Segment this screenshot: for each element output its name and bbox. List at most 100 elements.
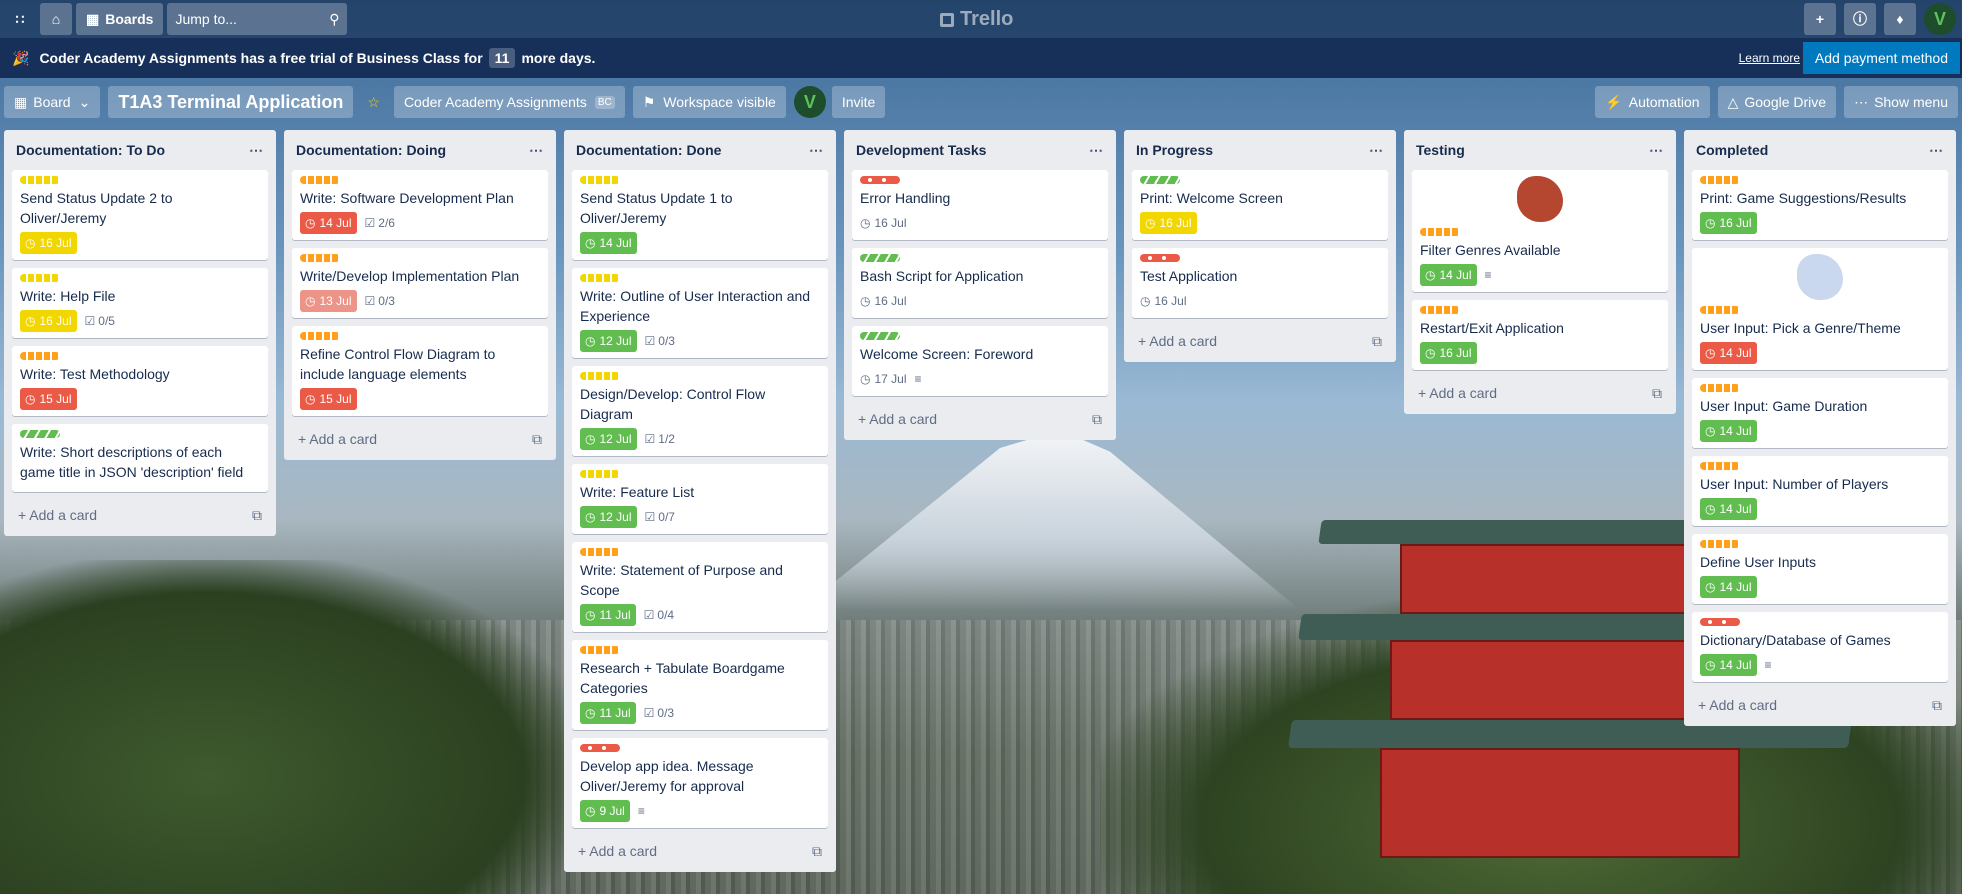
- card[interactable]: Dictionary/Database of Games ◷ 14 Jul ≡: [1692, 612, 1948, 682]
- card-template-icon[interactable]: ⧉: [1932, 697, 1942, 714]
- learn-more-link[interactable]: Learn more: [1739, 51, 1800, 65]
- card[interactable]: Write/Develop Implementation Plan ◷ 13 Jul…: [292, 248, 548, 318]
- add-card-button[interactable]: + Add a card ⧉: [572, 836, 828, 866]
- card-template-icon[interactable]: ⧉: [1092, 411, 1102, 428]
- create-plus-button[interactable]: +: [1804, 3, 1836, 35]
- card[interactable]: Write: Statement of Purpose and Scope ◷ 11…: [572, 542, 828, 632]
- card-label-orange[interactable]: [1700, 306, 1740, 314]
- card-label-red[interactable]: [1140, 254, 1180, 262]
- due-date-badge[interactable]: ◷ 12 Jul: [580, 506, 637, 528]
- card[interactable]: Define User Inputs ◷ 14 Jul: [1692, 534, 1948, 604]
- card-label-orange[interactable]: [1700, 540, 1740, 548]
- list-header[interactable]: Development Tasks ⋯: [852, 130, 1108, 170]
- user-avatar[interactable]: V: [1924, 3, 1956, 35]
- boards-button[interactable]: ▦ Boards: [76, 3, 164, 35]
- add-payment-button[interactable]: Add payment method: [1802, 42, 1960, 74]
- card-label-orange[interactable]: [580, 548, 620, 556]
- card[interactable]: Research + Tabulate Boardgame Categories…: [572, 640, 828, 730]
- list-menu-icon[interactable]: ⋯: [1089, 142, 1104, 159]
- list-title[interactable]: Documentation: Done: [576, 142, 721, 158]
- card[interactable]: Print: Welcome Screen ◷ 16 Jul: [1132, 170, 1388, 240]
- due-date-badge[interactable]: ◷ 14 Jul: [1700, 420, 1757, 442]
- due-date-badge[interactable]: ◷ 16 Jul: [1140, 212, 1197, 234]
- due-date-badge[interactable]: ◷ 14 Jul: [300, 212, 357, 234]
- due-date-badge[interactable]: ◷ 11 Jul: [580, 702, 636, 724]
- due-date-badge[interactable]: ◷ 14 Jul: [1700, 498, 1757, 520]
- card[interactable]: Write: Software Development Plan ◷ 14 Jul ☑…: [292, 170, 548, 240]
- card-label-orange[interactable]: [1700, 462, 1740, 470]
- card-template-icon[interactable]: ⧉: [252, 507, 262, 524]
- card[interactable]: Refine Control Flow Diagram to include l…: [292, 326, 548, 416]
- card-label-red[interactable]: [860, 176, 900, 184]
- info-button[interactable]: ⓘ: [1844, 3, 1876, 35]
- card-template-icon[interactable]: ⧉: [1372, 333, 1382, 350]
- card[interactable]: Write: Feature List ◷ 12 Jul ☑ 0/7: [572, 464, 828, 534]
- google-drive-button[interactable]: △ Google Drive: [1717, 86, 1837, 118]
- due-date-badge[interactable]: ◷ 14 Jul: [580, 232, 637, 254]
- list-menu-icon[interactable]: ⋯: [1649, 142, 1664, 159]
- card-label-green[interactable]: [860, 332, 900, 340]
- due-date-badge[interactable]: ◷ 16 Jul: [1700, 212, 1757, 234]
- list-header[interactable]: Testing ⋯: [1412, 130, 1668, 170]
- due-date-badge[interactable]: ◷ 17 Jul: [860, 368, 907, 390]
- jump-to-search[interactable]: Jump to... ⚲: [167, 3, 348, 35]
- card[interactable]: Write: Help File ◷ 16 Jul ☑ 0/5: [12, 268, 268, 338]
- invite-button[interactable]: Invite: [831, 86, 886, 118]
- card[interactable]: Write: Short descriptions of each game t…: [12, 424, 268, 492]
- card-label-red[interactable]: [580, 744, 620, 752]
- due-date-badge[interactable]: ◷ 11 Jul: [580, 604, 636, 626]
- add-card-button[interactable]: + Add a card ⧉: [1412, 378, 1668, 408]
- card[interactable]: User Input: Pick a Genre/Theme ◷ 14 Jul: [1692, 248, 1948, 370]
- list-menu-icon[interactable]: ⋯: [1369, 142, 1384, 159]
- card-label-yellow[interactable]: [580, 176, 620, 184]
- card-label-yellow[interactable]: [20, 274, 60, 282]
- card-label-orange[interactable]: [300, 176, 340, 184]
- card-label-green[interactable]: [860, 254, 900, 262]
- list-menu-icon[interactable]: ⋯: [249, 142, 264, 159]
- card[interactable]: Error Handling ◷ 16 Jul: [852, 170, 1108, 240]
- card-label-orange[interactable]: [300, 254, 340, 262]
- list-title[interactable]: Documentation: Doing: [296, 142, 446, 158]
- list-header[interactable]: Documentation: Doing ⋯: [292, 130, 548, 170]
- home-button[interactable]: ⌂: [40, 3, 72, 35]
- list-header[interactable]: In Progress ⋯: [1132, 130, 1388, 170]
- notifications-button[interactable]: ♦: [1884, 3, 1916, 35]
- due-date-badge[interactable]: ◷ 15 Jul: [300, 388, 357, 410]
- star-icon[interactable]: ☆: [361, 86, 386, 118]
- due-date-badge[interactable]: ◷ 16 Jul: [860, 290, 907, 312]
- list-title[interactable]: Completed: [1696, 142, 1768, 158]
- due-date-badge[interactable]: ◷ 14 Jul: [1700, 576, 1757, 598]
- show-menu-button[interactable]: ⋯ Show menu: [1844, 86, 1958, 118]
- trello-logo[interactable]: Trello: [940, 8, 1013, 31]
- due-date-badge[interactable]: ◷ 16 Jul: [20, 310, 77, 332]
- card-template-icon[interactable]: ⧉: [1652, 385, 1662, 402]
- card-label-yellow[interactable]: [580, 274, 620, 282]
- card[interactable]: Test Application ◷ 16 Jul: [1132, 248, 1388, 318]
- add-card-button[interactable]: + Add a card ⧉: [1692, 690, 1948, 720]
- card[interactable]: Print: Game Suggestions/Results ◷ 16 Jul: [1692, 170, 1948, 240]
- card[interactable]: Welcome Screen: Foreword ◷ 17 Jul ≡: [852, 326, 1108, 396]
- card-label-green[interactable]: [20, 430, 60, 438]
- visibility-button[interactable]: ⚑ Workspace visible: [632, 86, 786, 118]
- card[interactable]: Design/Develop: Control Flow Diagram ◷ 12 …: [572, 366, 828, 456]
- card-template-icon[interactable]: ⧉: [812, 843, 822, 860]
- card[interactable]: User Input: Number of Players ◷ 14 Jul: [1692, 456, 1948, 526]
- add-card-button[interactable]: + Add a card ⧉: [292, 424, 548, 454]
- list-menu-icon[interactable]: ⋯: [529, 142, 544, 159]
- list-menu-icon[interactable]: ⋯: [809, 142, 824, 159]
- due-date-badge[interactable]: ◷ 14 Jul: [1700, 654, 1757, 676]
- due-date-badge[interactable]: ◷ 12 Jul: [580, 428, 637, 450]
- member-avatar[interactable]: V: [793, 86, 826, 118]
- due-date-badge[interactable]: ◷ 16 Jul: [1420, 342, 1477, 364]
- board-title[interactable]: T1A3 Terminal Application: [108, 86, 354, 118]
- add-card-button[interactable]: + Add a card ⧉: [1132, 326, 1388, 356]
- card-label-orange[interactable]: [1420, 306, 1460, 314]
- card[interactable]: Send Status Update 2 to Oliver/Jeremy ◷ 16…: [12, 170, 268, 260]
- card-label-green[interactable]: [1140, 176, 1180, 184]
- due-date-badge[interactable]: ◷ 16 Jul: [860, 212, 907, 234]
- card-template-icon[interactable]: ⧉: [532, 431, 542, 448]
- card-label-yellow[interactable]: [580, 470, 620, 478]
- card[interactable]: Send Status Update 1 to Oliver/Jeremy ◷ 14…: [572, 170, 828, 260]
- due-date-badge[interactable]: ◷ 14 Jul: [1420, 264, 1477, 286]
- due-date-badge[interactable]: ◷ 15 Jul: [20, 388, 77, 410]
